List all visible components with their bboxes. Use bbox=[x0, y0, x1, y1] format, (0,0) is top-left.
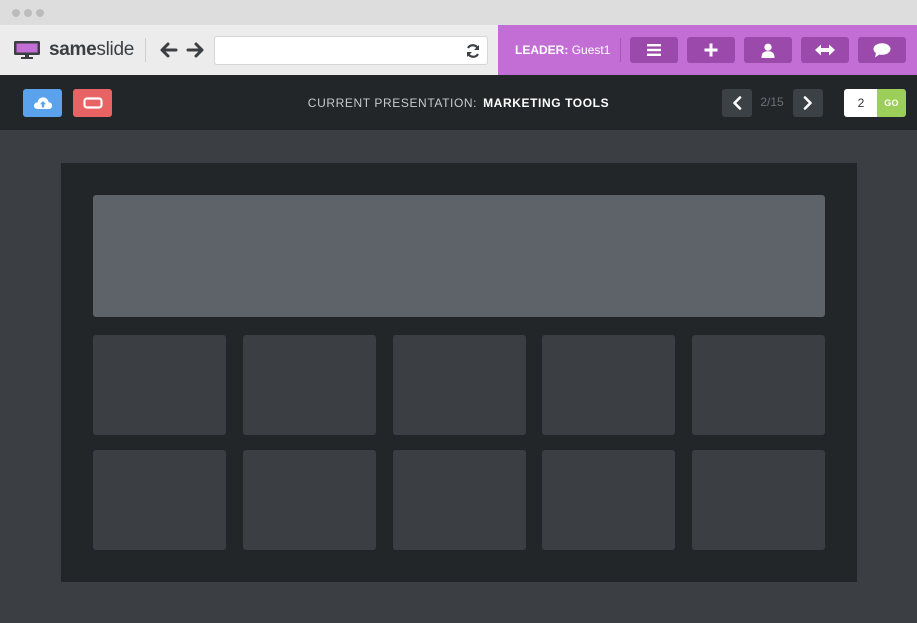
window-zoom-dot[interactable] bbox=[36, 9, 44, 17]
app-logo: sameslide bbox=[14, 39, 134, 60]
divider bbox=[145, 38, 146, 62]
slide-tile bbox=[692, 450, 825, 550]
chevron-right-icon bbox=[803, 96, 812, 110]
plus-icon bbox=[704, 43, 718, 57]
presentation-bar: CURRENT PRESENTATION: MARKETING TOOLS 2/1… bbox=[0, 75, 917, 130]
chevron-left-icon bbox=[733, 96, 742, 110]
slide-tile bbox=[93, 335, 226, 435]
forward-arrow-icon[interactable] bbox=[185, 40, 205, 60]
slide-tile bbox=[542, 335, 675, 435]
slide-tile bbox=[93, 450, 226, 550]
user-icon bbox=[761, 43, 775, 58]
leader-info: LEADER: Guest1 bbox=[515, 43, 610, 57]
swap-arrows-icon bbox=[815, 44, 835, 56]
prev-slide-button[interactable] bbox=[722, 89, 752, 117]
divider bbox=[620, 38, 621, 62]
leader-label: LEADER: bbox=[515, 43, 569, 57]
slide-tile bbox=[692, 335, 825, 435]
leader-panel: LEADER: Guest1 bbox=[498, 25, 917, 75]
user-button[interactable] bbox=[744, 37, 792, 63]
app-window: sameslide LEADER: Guest1 CURRENT PRESENT… bbox=[0, 0, 917, 623]
window-close-dot[interactable] bbox=[12, 9, 20, 17]
refresh-icon[interactable] bbox=[465, 43, 481, 59]
swap-button[interactable] bbox=[801, 37, 849, 63]
go-button[interactable]: GO bbox=[877, 89, 906, 117]
leader-name: Guest1 bbox=[571, 43, 611, 57]
slide-tile bbox=[542, 450, 675, 550]
window-minimize-dot[interactable] bbox=[24, 9, 32, 17]
menu-icon bbox=[647, 44, 661, 56]
window-titlebar bbox=[0, 0, 917, 25]
menu-button[interactable] bbox=[630, 37, 678, 63]
add-button[interactable] bbox=[687, 37, 735, 63]
slide-tile bbox=[393, 450, 526, 550]
slide-tile bbox=[243, 450, 376, 550]
top-bar: sameslide LEADER: Guest1 bbox=[0, 25, 917, 75]
next-slide-button[interactable] bbox=[793, 89, 823, 117]
slide-tile bbox=[243, 335, 376, 435]
slide-tile bbox=[393, 335, 526, 435]
monitor-icon bbox=[14, 41, 40, 59]
page-counter: 2/15 bbox=[760, 95, 784, 109]
url-input[interactable] bbox=[214, 36, 488, 65]
slide-canvas bbox=[61, 163, 857, 582]
slide-stage bbox=[0, 130, 917, 623]
goto-slide-input[interactable] bbox=[844, 89, 878, 117]
chat-icon bbox=[873, 42, 891, 57]
app-name: sameslide bbox=[49, 39, 134, 60]
slide-header-block bbox=[93, 195, 825, 317]
back-arrow-icon[interactable] bbox=[159, 40, 179, 60]
presentation-name: MARKETING TOOLS bbox=[483, 96, 610, 110]
presentation-label: CURRENT PRESENTATION: bbox=[307, 96, 478, 110]
chat-button[interactable] bbox=[858, 37, 906, 63]
